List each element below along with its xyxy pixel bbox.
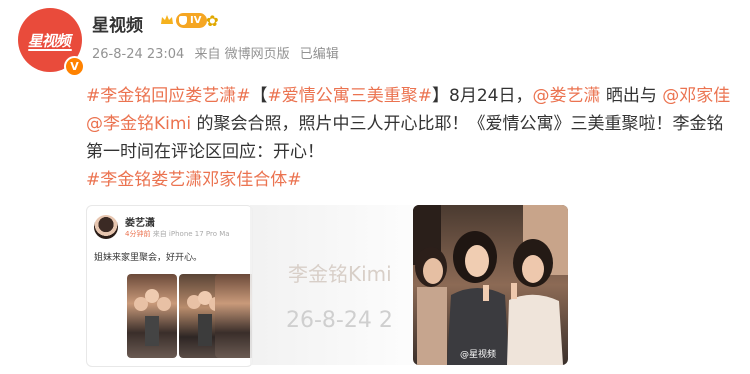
post-source: 来自 微博网页版: [194, 47, 290, 62]
embedded-name: 娄艺潇: [125, 218, 155, 229]
thumbnail-figures: [134, 289, 171, 346]
mention-link[interactable]: @娄艺潇: [532, 86, 600, 106]
photo-watermark: @星视频: [460, 350, 497, 360]
faded-date: 26-8-24 2: [286, 308, 393, 333]
mention-link[interactable]: @邓家佳: [662, 86, 730, 106]
post-text: 【: [250, 86, 268, 106]
hashtag-link[interactable]: #李金铭娄艺潇邓家佳合体#: [86, 170, 302, 190]
post-text: 晒出与: [600, 86, 663, 106]
embedded-time: 4分钟前: [125, 230, 151, 238]
post-text: 】8月24日，: [432, 86, 533, 106]
mention-link[interactable]: @李金铭Kimi: [86, 114, 191, 134]
edited-label[interactable]: 已编辑: [300, 47, 339, 62]
hashtag-link[interactable]: #爱情公寓三美重聚#: [268, 86, 433, 106]
avatar-logo-underline: [28, 49, 72, 51]
embedded-meta: 4分钟前 来自 iPhone 17 Pro Ma: [125, 229, 230, 239]
verified-v-icon: V: [64, 56, 85, 77]
embedded-device: 来自 iPhone 17 Pro Ma: [152, 230, 230, 238]
post-body: #李金铭回应娄艺潇#【#爱情公寓三美重聚#】8月24日，@娄艺潇 晒出与 @邓家…: [86, 82, 736, 194]
crown-icon: [161, 15, 173, 24]
embedded-thumbnail: [127, 274, 177, 358]
level-badge[interactable]: IV: [176, 13, 208, 28]
post-timestamp[interactable]: 26-8-24 23:04: [92, 47, 184, 62]
embedded-text: 姐妹来家里聚会，好开心。: [94, 253, 203, 263]
hashtag-link[interactable]: #李金铭回应娄艺潇#: [86, 86, 251, 106]
account-name[interactable]: 星视频: [92, 11, 143, 36]
sunflower-icon: ✿: [206, 12, 219, 30]
embedded-avatar: [94, 215, 118, 239]
photo-illustration: [413, 205, 568, 365]
post-photo[interactable]: [413, 205, 568, 365]
embedded-post-image[interactable]: 娄艺潇 4分钟前 来自 iPhone 17 Pro Ma 姐妹来家里聚会，好开心…: [86, 205, 253, 367]
avatar-logo-text: 星视频: [26, 32, 73, 50]
embedded-thumbnail: [215, 274, 252, 358]
post-meta: 26-8-24 23:04 来自 微博网页版 已编辑: [92, 43, 345, 62]
faded-username: 李金铭Kimi: [288, 262, 392, 286]
